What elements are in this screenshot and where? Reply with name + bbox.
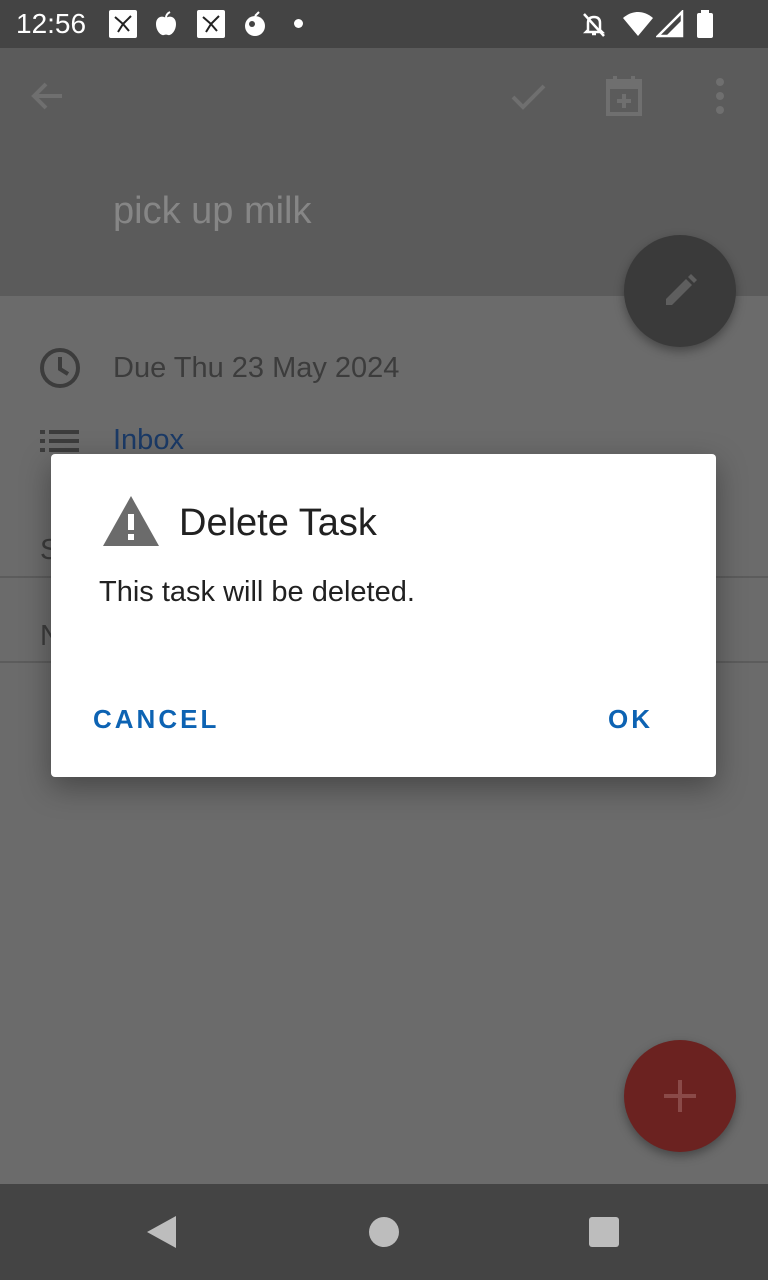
task-title[interactable]: pick up milk	[113, 190, 312, 233]
calendar-add-icon[interactable]	[604, 74, 644, 123]
back-arrow-icon[interactable]	[28, 76, 68, 121]
dialog-title: Delete Task	[179, 502, 377, 544]
nav-home-icon[interactable]	[368, 1216, 400, 1253]
app-notification-icon	[109, 10, 137, 38]
signal-icon	[654, 8, 684, 43]
warning-icon	[101, 494, 161, 553]
status-time: 12:56	[16, 8, 87, 39]
notifications-off-icon	[580, 10, 608, 43]
fruit-icon	[241, 10, 269, 38]
navigation-bar	[0, 1184, 768, 1280]
wifi-icon	[622, 10, 654, 43]
nav-recents-icon[interactable]	[588, 1216, 620, 1253]
checkmark-icon[interactable]	[508, 76, 548, 121]
app-notification-icon	[197, 10, 225, 38]
add-task-button[interactable]	[624, 1040, 736, 1152]
nav-back-icon[interactable]	[144, 1214, 178, 1255]
dialog-message: This task will be deleted.	[99, 576, 415, 608]
plus-icon	[664, 1080, 696, 1112]
edit-button[interactable]	[624, 235, 736, 347]
pencil-icon	[666, 274, 697, 305]
list-name-link[interactable]: Inbox	[113, 424, 184, 457]
due-date[interactable]: Due Thu 23 May 2024	[113, 352, 399, 385]
dot-icon	[294, 19, 303, 28]
delete-task-dialog: Delete Task This task will be deleted. C…	[51, 454, 716, 777]
status-bar: 12:56	[0, 0, 768, 48]
more-vert-icon[interactable]	[712, 76, 728, 121]
ok-button[interactable]: OK	[608, 704, 653, 735]
cancel-button[interactable]: CANCEL	[93, 704, 219, 735]
clock-icon	[38, 346, 82, 395]
apple-icon	[152, 10, 180, 38]
battery-icon	[696, 10, 714, 43]
